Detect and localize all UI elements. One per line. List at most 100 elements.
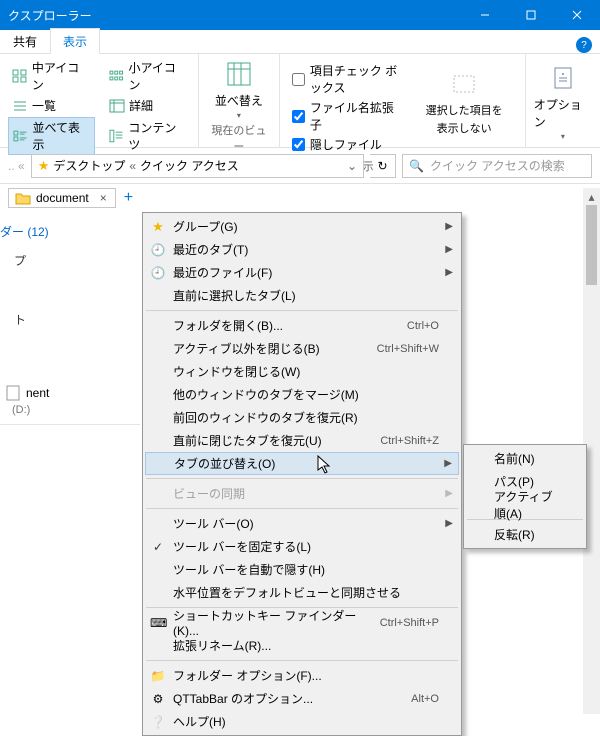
check-hidden[interactable]: 隠しファイル [292,136,397,153]
menu-restore-prev[interactable]: 前回のウィンドウのタブを復元(R) [145,406,459,429]
new-tab-button[interactable]: + [124,189,133,207]
options-button[interactable]: オプション ▾ [534,58,592,145]
scroll-thumb[interactable] [586,205,597,285]
menu-shortcut-finder[interactable]: ⌨ショートカットキー ファインダー(K)...Ctrl+Shift+P [145,611,459,634]
search-placeholder: クイック アクセスの検索 [430,157,565,174]
menu-recent-files[interactable]: 🕘最近のファイル(F)▶ [145,261,459,284]
hide-selected-icon [448,68,480,100]
menu-toolbar[interactable]: ツール バー(O)▶ [145,512,459,535]
window-controls [462,0,600,30]
file-icon [6,385,20,401]
submenu-arrow-icon: ▶ [444,458,452,469]
ribbon-tabs: 共有 表示 ? [0,30,600,54]
checkbox-file-ext[interactable] [292,110,305,123]
search-box[interactable]: 🔍 クイック アクセスの検索 [402,154,592,178]
search-icon: 🔍 [409,159,424,173]
group-label-current-view: 現在のビュー [207,120,271,154]
folder-header: ダー (12) [0,219,140,248]
clock-icon: 🕘 [150,266,166,280]
tab-close-icon[interactable]: × [94,191,107,205]
address-quick-access[interactable]: クイック アクセス [140,157,239,174]
menu-restore-closed[interactable]: 直前に閉じたタブを復元(U)Ctrl+Shift+Z [145,429,459,452]
menu-view-sync: ビューの同期▶ [145,482,459,505]
layout-small-icons[interactable]: 小アイコン [105,58,190,94]
menu-qttab-options[interactable]: ⚙QTTabBar のオプション...Alt+O [145,687,459,710]
file-tabs-row: document × + [0,184,600,212]
refresh-button[interactable]: ↻ [370,154,396,178]
options-icon [547,62,579,94]
checkbox-hidden[interactable] [292,138,305,151]
menu-folder-options[interactable]: 📁フォルダー オプション(F)... [145,664,459,687]
menu-sync-horiz[interactable]: 水平位置をデフォルトビューと同期させる [145,581,459,604]
address-desktop[interactable]: デスクトップ [53,157,125,174]
sort-label[interactable]: 並べ替え [215,92,263,109]
menu-help[interactable]: ❔ヘルプ(H) [145,710,459,733]
menu-open-folder[interactable]: フォルダを開く(B)...Ctrl+O [145,314,459,337]
clock-icon: 🕘 [150,243,166,257]
submenu-arrow-icon: ▶ [445,221,453,232]
submenu-reverse[interactable]: 反転(R) [466,523,584,546]
check-item-boxes[interactable]: 項目チェック ボックス [292,62,397,96]
menu-close-window[interactable]: ウィンドウを閉じる(W) [145,360,459,383]
scroll-up-icon[interactable]: ▴ [583,188,600,205]
menu-separator [146,478,458,479]
submenu-name[interactable]: 名前(N) [466,447,584,470]
sidebar-file-loc: (D:) [0,404,140,416]
sidebar-desktop[interactable]: プ [0,248,140,273]
address-dropdown-icon[interactable]: ⌄ [347,159,357,173]
context-menu: ★グループ(G)▶ 🕘最近のタブ(T)▶ 🕘最近のファイル(F)▶ 直前に選択し… [142,212,462,736]
menu-group[interactable]: ★グループ(G)▶ [145,215,459,238]
sidebar-documents[interactable]: ト [0,307,140,332]
submenu-reorder: 名前(N) パス(P) アクティブ順(A) 反転(R) [463,444,587,549]
layout-content[interactable]: コンテンツ [105,117,190,155]
layout-tiles[interactable]: 並べて表示 [8,117,95,155]
star-icon: ★ [38,158,50,174]
file-tab-label: document [36,191,89,205]
checkbox-item-boxes[interactable] [292,73,305,86]
menu-merge[interactable]: 他のウィンドウのタブをマージ(M) [145,383,459,406]
submenu-arrow-icon: ▶ [445,244,453,255]
menu-ext-rename[interactable]: 拡張リネーム(R)... [145,634,459,657]
ribbon: 中アイコン 小アイコン 一覧 詳細 並べて表示 コンテンツ レイアウト 並べ替え… [0,54,600,148]
submenu-arrow-icon: ▶ [445,267,453,278]
file-tab-document[interactable]: document × [8,188,116,208]
layout-list[interactable]: 一覧 [8,96,95,115]
left-column: ダー (12) プ ト nent (D:) [0,219,140,433]
layout-medium-icons[interactable]: 中アイコン [8,58,95,94]
tab-view[interactable]: 表示 [50,28,100,54]
menu-auto-hide-toolbar[interactable]: ツール バーを自動で隠す(H) [145,558,459,581]
tab-share[interactable]: 共有 [0,28,50,54]
address-bar[interactable]: ★ デスクトップ « クイック アクセス ⌄ [31,154,364,178]
menu-separator [146,660,458,661]
divider [0,424,140,425]
folder-options-icon: 📁 [150,669,166,683]
group-show-hide: 項目チェック ボックス ファイル名拡張子 隠しファイル 表示/非表示 選択した項… [280,54,526,147]
menu-separator [146,310,458,311]
options-dropdown-icon[interactable]: ▾ [561,132,565,141]
close-button[interactable] [554,0,600,30]
menu-lock-toolbar[interactable]: ✓ツール バーを固定する(L) [145,535,459,558]
help-icon: ❔ [150,715,166,729]
keyboard-icon: ⌨ [150,616,166,630]
sort-icon[interactable] [223,58,255,90]
titlebar: クスプローラー [0,0,600,30]
folder-icon [15,191,31,205]
address-row: .. « ★ デスクトップ « クイック アクセス ⌄ ↻ 🔍 クイック アクセ… [0,148,600,184]
sort-dropdown-icon[interactable]: ▾ [237,111,241,120]
minimize-button[interactable] [462,0,508,30]
menu-separator [146,508,458,509]
window-title: クスプローラー [0,7,462,24]
menu-last-selected[interactable]: 直前に選択したタブ(L) [145,284,459,307]
menu-recent-tabs[interactable]: 🕘最近のタブ(T)▶ [145,238,459,261]
menu-reorder-tabs[interactable]: タブの並び替え(O)▶ [145,452,459,475]
help-icon[interactable]: ? [576,37,592,53]
maximize-button[interactable] [508,0,554,30]
group-current-view: 並べ替え ▾ 現在のビュー [199,54,280,147]
chevron-icon: « [129,159,136,173]
hide-selected-button[interactable]: 選択した項目を 表示しない [411,58,516,145]
check-file-ext[interactable]: ファイル名拡張子 [292,99,397,133]
submenu-active-order[interactable]: アクティブ順(A) [466,493,584,516]
menu-close-others[interactable]: アクティブ以外を閉じる(B)Ctrl+Shift+W [145,337,459,360]
layout-details[interactable]: 詳細 [105,96,190,115]
sidebar-file[interactable]: nent [0,382,140,404]
